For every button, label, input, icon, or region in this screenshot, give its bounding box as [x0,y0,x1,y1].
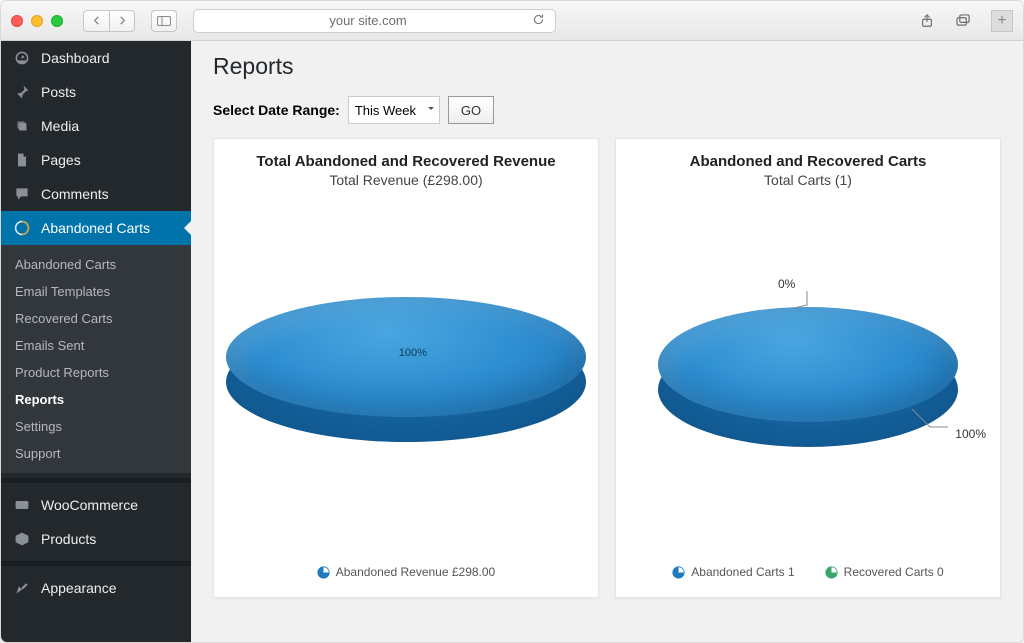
panel-title: Total Abandoned and Recovered Revenue [224,153,588,170]
sidebar-item-products[interactable]: Products [1,522,191,556]
browser-window: your site.com + Dashboard Posts [0,0,1024,643]
panel-carts: Abandoned and Recovered Carts Total Cart… [615,138,1001,598]
panel-revenue: Total Abandoned and Recovered Revenue To… [213,138,599,598]
minimize-window-button[interactable] [31,15,43,27]
zoom-window-button[interactable] [51,15,63,27]
legend-label: Abandoned Revenue £298.00 [336,565,495,579]
submenu-emails-sent[interactable]: Emails Sent [1,332,191,359]
window-controls [11,15,63,27]
panel-subtitle: Total Revenue (£298.00) [224,172,588,188]
share-button[interactable] [913,10,941,32]
address-bar-text: your site.com [329,13,406,28]
close-window-button[interactable] [11,15,23,27]
go-button[interactable]: GO [448,96,494,124]
sidebar-item-label: Products [41,531,96,547]
pie-slice-icon [825,566,838,579]
pie-center-label: 100% [399,347,427,359]
callout-hundred: 100% [955,427,986,441]
comments-icon [13,185,31,203]
callout-zero: 0% [778,277,795,291]
legend-item-recovered-carts: Recovered Carts 0 [825,565,944,579]
wp-sidebar: Dashboard Posts Media Pages Comments Aba… [1,41,191,642]
sidebar-item-appearance[interactable]: Appearance [1,571,191,605]
pie-slice-icon [317,566,330,579]
sidebar-item-abandoned-carts[interactable]: Abandoned Carts [1,211,191,245]
media-icon [13,117,31,135]
sidebar-item-media[interactable]: Media [1,109,191,143]
sidebar-item-dashboard[interactable]: Dashboard [1,41,191,75]
content-area: Reports Select Date Range: This Week GO … [191,41,1023,642]
back-button[interactable] [83,10,109,32]
sidebar-separator [1,478,191,483]
sidebar-item-label: Posts [41,84,76,100]
sidebar-item-woocommerce[interactable]: WooCommerce [1,488,191,522]
date-range-select[interactable]: This Week [348,96,440,124]
sidebar-item-pages[interactable]: Pages [1,143,191,177]
legend-label: Abandoned Carts 1 [691,565,794,579]
abandoned-carts-icon [13,219,31,237]
pie-slice-icon [672,566,685,579]
reload-icon[interactable] [532,13,545,29]
appearance-icon [13,579,31,597]
sidebar-item-label: Abandoned Carts [41,220,150,236]
page-title: Reports [213,53,1001,80]
panel-title: Abandoned and Recovered Carts [626,153,990,170]
submenu-settings[interactable]: Settings [1,413,191,440]
sidebar-toggle-button[interactable] [151,10,177,32]
panel-subtitle: Total Carts (1) [626,172,990,188]
address-bar[interactable]: your site.com [193,9,556,33]
carts-pie-chart: 0% 100% [626,188,990,565]
sidebar-item-label: Comments [41,186,109,202]
new-tab-button[interactable]: + [991,10,1013,32]
date-range-label: Select Date Range: [213,102,340,118]
revenue-pie-chart: 100% [224,188,588,565]
legend-label: Recovered Carts 0 [844,565,944,579]
sidebar-item-label: Media [41,118,79,134]
submenu-product-reports[interactable]: Product Reports [1,359,191,386]
sidebar-item-posts[interactable]: Posts [1,75,191,109]
submenu-email-templates[interactable]: Email Templates [1,278,191,305]
dashboard-icon [13,49,31,67]
date-range-row: Select Date Range: This Week GO [213,96,1001,124]
sidebar-item-label: WooCommerce [41,497,138,513]
pin-icon [13,83,31,101]
browser-toolbar: your site.com + [1,1,1023,41]
sidebar-item-label: Pages [41,152,81,168]
legend-item-abandoned-carts: Abandoned Carts 1 [672,565,794,579]
chart-legend: Abandoned Carts 1 Recovered Carts 0 [626,565,990,579]
forward-button[interactable] [109,10,135,32]
woocommerce-icon [13,496,31,514]
submenu-reports[interactable]: Reports [1,386,191,413]
pages-icon [13,151,31,169]
submenu-support[interactable]: Support [1,440,191,467]
products-icon [13,530,31,548]
sidebar-submenu: Abandoned Carts Email Templates Recovere… [1,245,191,473]
submenu-abandoned-carts[interactable]: Abandoned Carts [1,251,191,278]
sidebar-item-comments[interactable]: Comments [1,177,191,211]
submenu-recovered-carts[interactable]: Recovered Carts [1,305,191,332]
sidebar-item-label: Dashboard [41,50,110,66]
chart-legend: Abandoned Revenue £298.00 [224,565,588,579]
sidebar-separator [1,561,191,566]
legend-item-abandoned-revenue: Abandoned Revenue £298.00 [317,565,495,579]
sidebar-item-label: Appearance [41,580,117,596]
tabs-button[interactable] [949,10,977,32]
